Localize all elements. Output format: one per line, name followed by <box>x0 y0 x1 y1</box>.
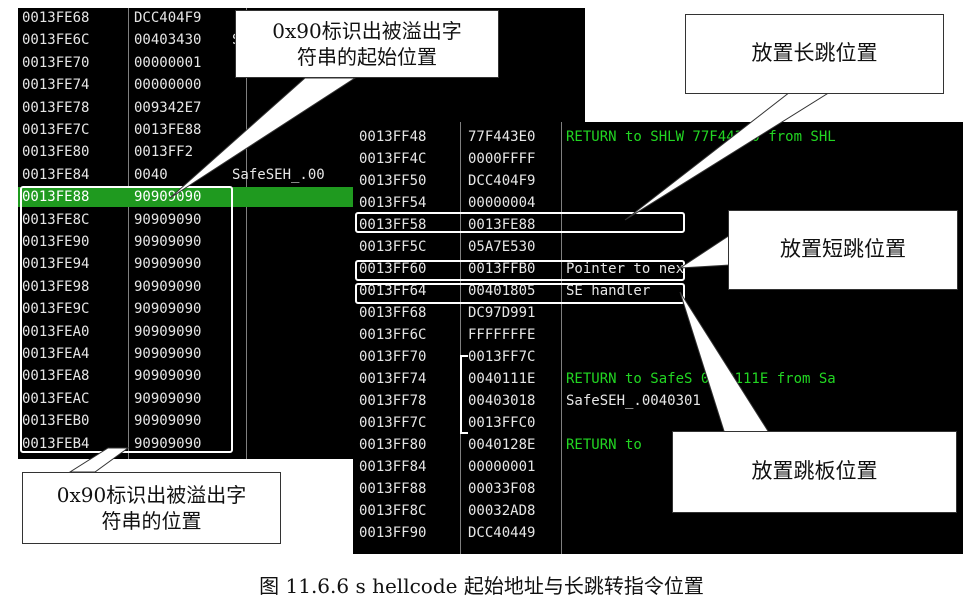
stack-value: 77F443E0 <box>468 129 536 145</box>
stack-comment: RETURN to <box>566 437 642 453</box>
stack-value: 0040 <box>134 166 168 183</box>
stack-address: 0013FF80 <box>359 437 427 453</box>
frame-bracket <box>460 355 468 434</box>
stack-address: 0013FF90 <box>359 525 427 541</box>
stack-value: 05A7E530 <box>468 239 536 255</box>
stack-address: 0013FE6C <box>22 32 90 49</box>
stack-value: DCC404F9 <box>134 10 202 26</box>
stack-address: 0013FE70 <box>22 54 90 71</box>
stack-value: 00032AD8 <box>468 503 536 519</box>
stack-address: 0013FF78 <box>359 393 427 409</box>
stack-value: 00033F08 <box>468 481 536 497</box>
callout-trampoline: 放置跳板位置 <box>672 431 957 513</box>
stack-value: 0013FF7C <box>468 349 536 365</box>
stack-row[interactable]: 0013FF74 0040111E RETURN to SafeS 0040111E… <box>353 369 963 390</box>
stack-row[interactable]: 0013FE74 00000000 <box>18 75 585 95</box>
stack-address: 0013FF74 <box>359 371 427 387</box>
stack-value: 009342E7 <box>134 99 202 116</box>
stack-address: 0013FF8C <box>359 503 427 519</box>
stack-comment: RETURN to SHLW 77F443E0 from SHL <box>566 129 836 145</box>
stack-row[interactable]: 0013FF78 00403018 SafeSEH_.0040301 <box>353 391 963 412</box>
stack-address: 0013FF6C <box>359 327 427 343</box>
stack-value: 0013FE88 <box>134 122 202 138</box>
stack-address: 0013FF50 <box>359 173 427 189</box>
callout-short-jump: 放置短跳位置 <box>728 210 958 290</box>
short-jump-slot-box <box>355 260 685 281</box>
stack-row[interactable]: 0013FF4C 0000FFFF <box>353 149 963 170</box>
callout-long-jump: 放置长跳位置 <box>685 14 944 94</box>
figure-caption: 图 11.6.6 s hellcode 起始地址与长跳转指令位置 <box>259 574 704 598</box>
stack-value: 00000001 <box>468 459 536 475</box>
stack-value: 0040111E <box>468 371 536 387</box>
stack-value: 0000FFFF <box>468 151 536 167</box>
stack-address: 0013FF68 <box>359 305 427 321</box>
trampoline-slot-box <box>355 283 685 304</box>
stack-row[interactable]: 0013FE78 009342E7 <box>18 98 585 118</box>
stack-value: 0013FF2 <box>134 144 194 161</box>
callout-shellcode-start: 0x90标识出被溢出字 符串的起始位置 <box>235 10 499 78</box>
stack-value: DCC404F9 <box>468 173 536 189</box>
stack-value: 00000000 <box>134 77 202 94</box>
stack-address: 0013FF84 <box>359 459 427 475</box>
stack-address: 0013FE80 <box>22 144 90 161</box>
stack-comment: RETURN to SafeS 0040111E from Sa <box>566 371 836 387</box>
stack-address: 0013FE78 <box>22 99 90 116</box>
stack-address: 0013FE74 <box>22 77 90 94</box>
stack-comment: SafeSEH_.00 <box>232 166 325 183</box>
stack-row[interactable]: 0013FF48 77F443E0 RETURN to SHLW 77F443E0 … <box>353 127 963 148</box>
stack-row[interactable]: 0013FF6C FFFFFFFE <box>353 325 963 346</box>
stack-value: 0040128E <box>468 437 536 453</box>
nop-sled-box <box>20 186 233 453</box>
stack-address: 0013FF48 <box>359 129 427 145</box>
stack-row[interactable]: 0013FF70 0013FF7C <box>353 347 963 368</box>
stack-address: 0013FE68 <box>22 10 90 26</box>
stack-row[interactable]: 0013FF50 DCC404F9 <box>353 171 963 192</box>
stack-address: 0013FF4C <box>359 151 427 167</box>
stack-value: DCC40449 <box>468 525 536 541</box>
stack-comment: SafeSEH_.0040301 <box>566 393 701 409</box>
stack-address: 0013FF7C <box>359 415 427 431</box>
stack-address: 0013FE84 <box>22 166 90 183</box>
stack-value: 00403018 <box>468 393 536 409</box>
stack-row[interactable]: 0013FF68 DC97D991 <box>353 303 963 324</box>
stack-value: FFFFFFFE <box>468 327 536 343</box>
stack-value: DC97D991 <box>468 305 536 321</box>
stack-address: 0013FF70 <box>359 349 427 365</box>
long-jump-slot-box <box>355 212 685 233</box>
stack-address: 0013FF5C <box>359 239 427 255</box>
callout-shellcode-position: 0x90标识出被溢出字 符串的位置 <box>22 472 281 544</box>
stack-value: 00403430 <box>134 32 202 49</box>
stack-value: 00000001 <box>134 54 202 71</box>
stack-value: 0013FFC0 <box>468 415 536 431</box>
stack-address: 0013FE7C <box>22 122 90 138</box>
stack-address: 0013FF88 <box>359 481 427 497</box>
stack-row[interactable]: 0013FF90 DCC40449 <box>353 523 963 544</box>
